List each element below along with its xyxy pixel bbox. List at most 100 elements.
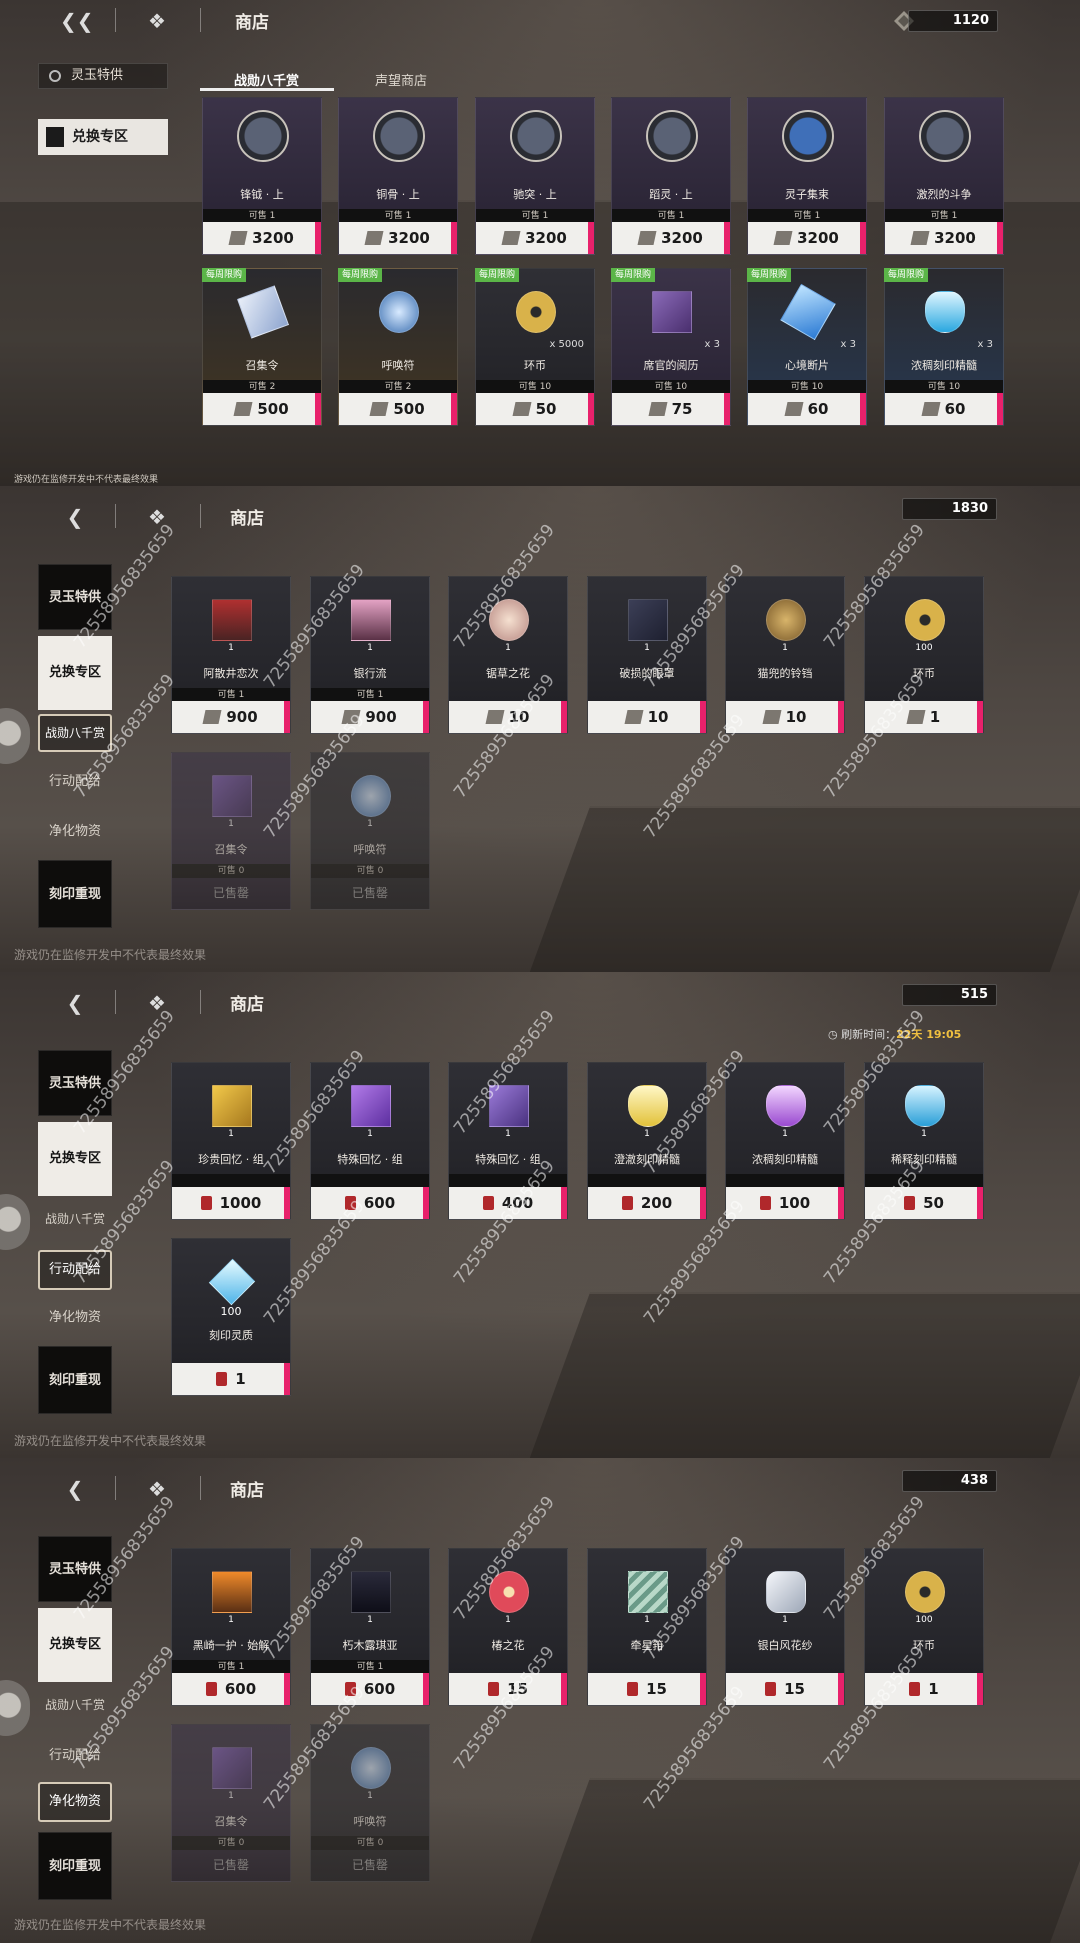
price-button[interactable]: 3200 xyxy=(612,222,730,254)
sidebar-item-purify[interactable]: 净化物资 xyxy=(38,1782,112,1822)
shop-item-card[interactable]: 1 特殊回忆 · 组 600 xyxy=(310,1062,430,1220)
shop-item-card[interactable]: 1 召集令 可售 0 已售罄 xyxy=(171,752,291,910)
price-button[interactable]: 3200 xyxy=(748,222,866,254)
shop-item-card[interactable]: 1 银白风花纱 15 xyxy=(725,1548,845,1706)
sidebar-item-exchange[interactable]: 兑换专区 xyxy=(38,1122,112,1196)
shop-item-card[interactable]: 每周限购 x 3 浓稠刻印精髓 可售 10 60 xyxy=(884,268,1004,426)
shop-item-card[interactable]: 灵子集束 可售 1 3200 xyxy=(747,97,867,255)
back-icon[interactable]: ❮ xyxy=(60,990,90,1016)
shop-item-card[interactable]: 100 环币 1 xyxy=(864,1548,984,1706)
tab-reputation-shop[interactable]: 声望商店 xyxy=(375,70,427,89)
top-bar: ❮ ❖ 商店 438 xyxy=(0,1468,1080,1514)
sidebar-item-lingyu[interactable]: 灵玉特供 xyxy=(38,63,168,89)
shop-item-card[interactable]: 每周限购 x 5000 环币 可售 10 50 xyxy=(475,268,595,426)
price-button[interactable]: 600 xyxy=(172,1673,290,1705)
price-button[interactable]: 1 xyxy=(865,1673,983,1705)
shop-item-card[interactable]: 1 阿散井恋次 可售 1 900 xyxy=(171,576,291,734)
sidebar-item-purify[interactable]: 净化物资 xyxy=(38,820,112,846)
avatar[interactable] xyxy=(0,1194,30,1250)
sidebar-item-lingyu[interactable]: 灵玉特供 xyxy=(38,564,112,630)
sidebar-item-lingyu[interactable]: 灵玉特供 xyxy=(38,1536,112,1602)
price-button[interactable]: 15 xyxy=(449,1673,567,1705)
home-icon[interactable]: ❖ xyxy=(142,1476,172,1502)
shop-item-card[interactable]: 每周限购 x 3 席官的阅历 可售 10 75 xyxy=(611,268,731,426)
shop-item-card[interactable]: 每周限购 召集令 可售 2 500 xyxy=(202,268,322,426)
price-button[interactable]: 500 xyxy=(203,393,321,425)
price-button[interactable]: 500 xyxy=(339,393,457,425)
shop-item-card[interactable]: 1 呼唤符 可售 0 已售罄 xyxy=(310,1724,430,1882)
price-button[interactable]: 900 xyxy=(172,701,290,733)
sidebar-item-supplies[interactable]: 行动配给 xyxy=(38,770,112,796)
sidebar-item-engraving[interactable]: 刻印重现 xyxy=(38,1832,112,1900)
sidebar-item-lingyu[interactable]: 灵玉特供 xyxy=(38,1050,112,1116)
sidebar-item-engraving[interactable]: 刻印重现 xyxy=(38,860,112,928)
shop-item-card[interactable]: 1 锯草之花 10 xyxy=(448,576,568,734)
avatar[interactable] xyxy=(0,708,30,764)
shop-item-card[interactable]: 100 刻印灵质 1 xyxy=(171,1238,291,1396)
shop-item-card[interactable]: 1 澄澈刻印精髓 200 xyxy=(587,1062,707,1220)
price-button[interactable]: 15 xyxy=(726,1673,844,1705)
price-button[interactable]: 1 xyxy=(865,701,983,733)
price-button[interactable]: 600 xyxy=(311,1187,429,1219)
shop-item-card[interactable]: 铜骨 · 上 可售 1 3200 xyxy=(338,97,458,255)
shop-item-card[interactable]: 1 浓稠刻印精髓 100 xyxy=(725,1062,845,1220)
sidebar-item-supplies[interactable]: 行动配给 xyxy=(38,1250,112,1290)
back-icon[interactable]: ❮ xyxy=(60,1476,90,1502)
shop-item-card[interactable]: 1 特殊回忆 · 组 400 xyxy=(448,1062,568,1220)
avatar[interactable] xyxy=(0,1680,30,1736)
sidebar-item-exchange[interactable]: 兑换专区 xyxy=(38,119,168,155)
home-icon[interactable]: ❖ xyxy=(142,990,172,1016)
price-button[interactable]: 3200 xyxy=(339,222,457,254)
price-button[interactable]: 200 xyxy=(588,1187,706,1219)
shop-item-card[interactable]: 1 珍贵回忆 · 组 1000 xyxy=(171,1062,291,1220)
shop-item-card[interactable]: 1 稀释刻印精髓 50 xyxy=(864,1062,984,1220)
sidebar-item-supplies[interactable]: 行动配给 xyxy=(38,1744,112,1770)
sidebar-item-battle-merit[interactable]: 战勋八千赏 xyxy=(38,1210,112,1236)
home-icon[interactable]: ❖ xyxy=(142,504,172,530)
price-button[interactable]: 3200 xyxy=(203,222,321,254)
shop-item-card[interactable]: 1 黑崎一护 · 始解 可售 1 600 xyxy=(171,1548,291,1706)
back-icon[interactable]: ❮ xyxy=(60,504,90,530)
price-button[interactable]: 1000 xyxy=(172,1187,290,1219)
price-button[interactable]: 50 xyxy=(476,393,594,425)
price-button[interactable]: 1 xyxy=(172,1363,290,1395)
price-button[interactable]: 400 xyxy=(449,1187,567,1219)
shop-item-card[interactable]: 1 牵星箝 15 xyxy=(587,1548,707,1706)
shop-item-card[interactable]: 100 环币 1 xyxy=(864,576,984,734)
shop-item-card[interactable]: 每周限购 x 3 心境断片 可售 10 60 xyxy=(747,268,867,426)
shop-item-card[interactable]: 每周限购 呼唤符 可售 2 500 xyxy=(338,268,458,426)
price-button[interactable]: 100 xyxy=(726,1187,844,1219)
price-button[interactable]: 900 xyxy=(311,701,429,733)
sidebar-item-battle-merit[interactable]: 战勋八千赏 xyxy=(38,714,112,752)
price-button[interactable]: 3200 xyxy=(885,222,1003,254)
price-button[interactable]: 60 xyxy=(885,393,1003,425)
price-button[interactable]: 3200 xyxy=(476,222,594,254)
price-button[interactable]: 10 xyxy=(726,701,844,733)
shop-item-card[interactable]: 1 银行流 可售 1 900 xyxy=(310,576,430,734)
shop-item-card[interactable]: 激烈的斗争 可售 1 3200 xyxy=(884,97,1004,255)
price-button[interactable]: 50 xyxy=(865,1187,983,1219)
sidebar-item-exchange[interactable]: 兑换专区 xyxy=(38,636,112,710)
shop-item-card[interactable]: 驰突 · 上 可售 1 3200 xyxy=(475,97,595,255)
price-button[interactable]: 600 xyxy=(311,1673,429,1705)
sidebar-item-battle-merit[interactable]: 战勋八千赏 xyxy=(38,1696,112,1722)
home-icon[interactable]: ❖ xyxy=(142,8,172,34)
shop-item-card[interactable]: 1 椿之花 15 xyxy=(448,1548,568,1706)
price-button[interactable]: 75 xyxy=(612,393,730,425)
sidebar-item-exchange[interactable]: 兑换专区 xyxy=(38,1608,112,1682)
price-button[interactable]: 60 xyxy=(748,393,866,425)
shop-item-card[interactable]: 1 猫兜的铃铛 10 xyxy=(725,576,845,734)
shop-item-card[interactable]: 1 破损的眼罩 10 xyxy=(587,576,707,734)
sidebar-item-engraving[interactable]: 刻印重现 xyxy=(38,1346,112,1414)
shop-item-card[interactable]: 1 呼唤符 可售 0 已售罄 xyxy=(310,752,430,910)
back-icon[interactable]: ❮❮ xyxy=(60,8,94,34)
price-button[interactable]: 15 xyxy=(588,1673,706,1705)
sidebar-item-purify[interactable]: 净化物资 xyxy=(38,1306,112,1332)
shop-item-card[interactable]: 蹈灵 · 上 可售 1 3200 xyxy=(611,97,731,255)
price-button[interactable]: 10 xyxy=(449,701,567,733)
shop-item-card[interactable]: 锋钺 · 上 可售 1 3200 xyxy=(202,97,322,255)
price-button[interactable]: 10 xyxy=(588,701,706,733)
shop-item-card[interactable]: 1 朽木露琪亚 可售 1 600 xyxy=(310,1548,430,1706)
tab-battle-merit[interactable]: 战勋八千赏 xyxy=(234,70,299,89)
shop-item-card[interactable]: 1 召集令 可售 0 已售罄 xyxy=(171,1724,291,1882)
